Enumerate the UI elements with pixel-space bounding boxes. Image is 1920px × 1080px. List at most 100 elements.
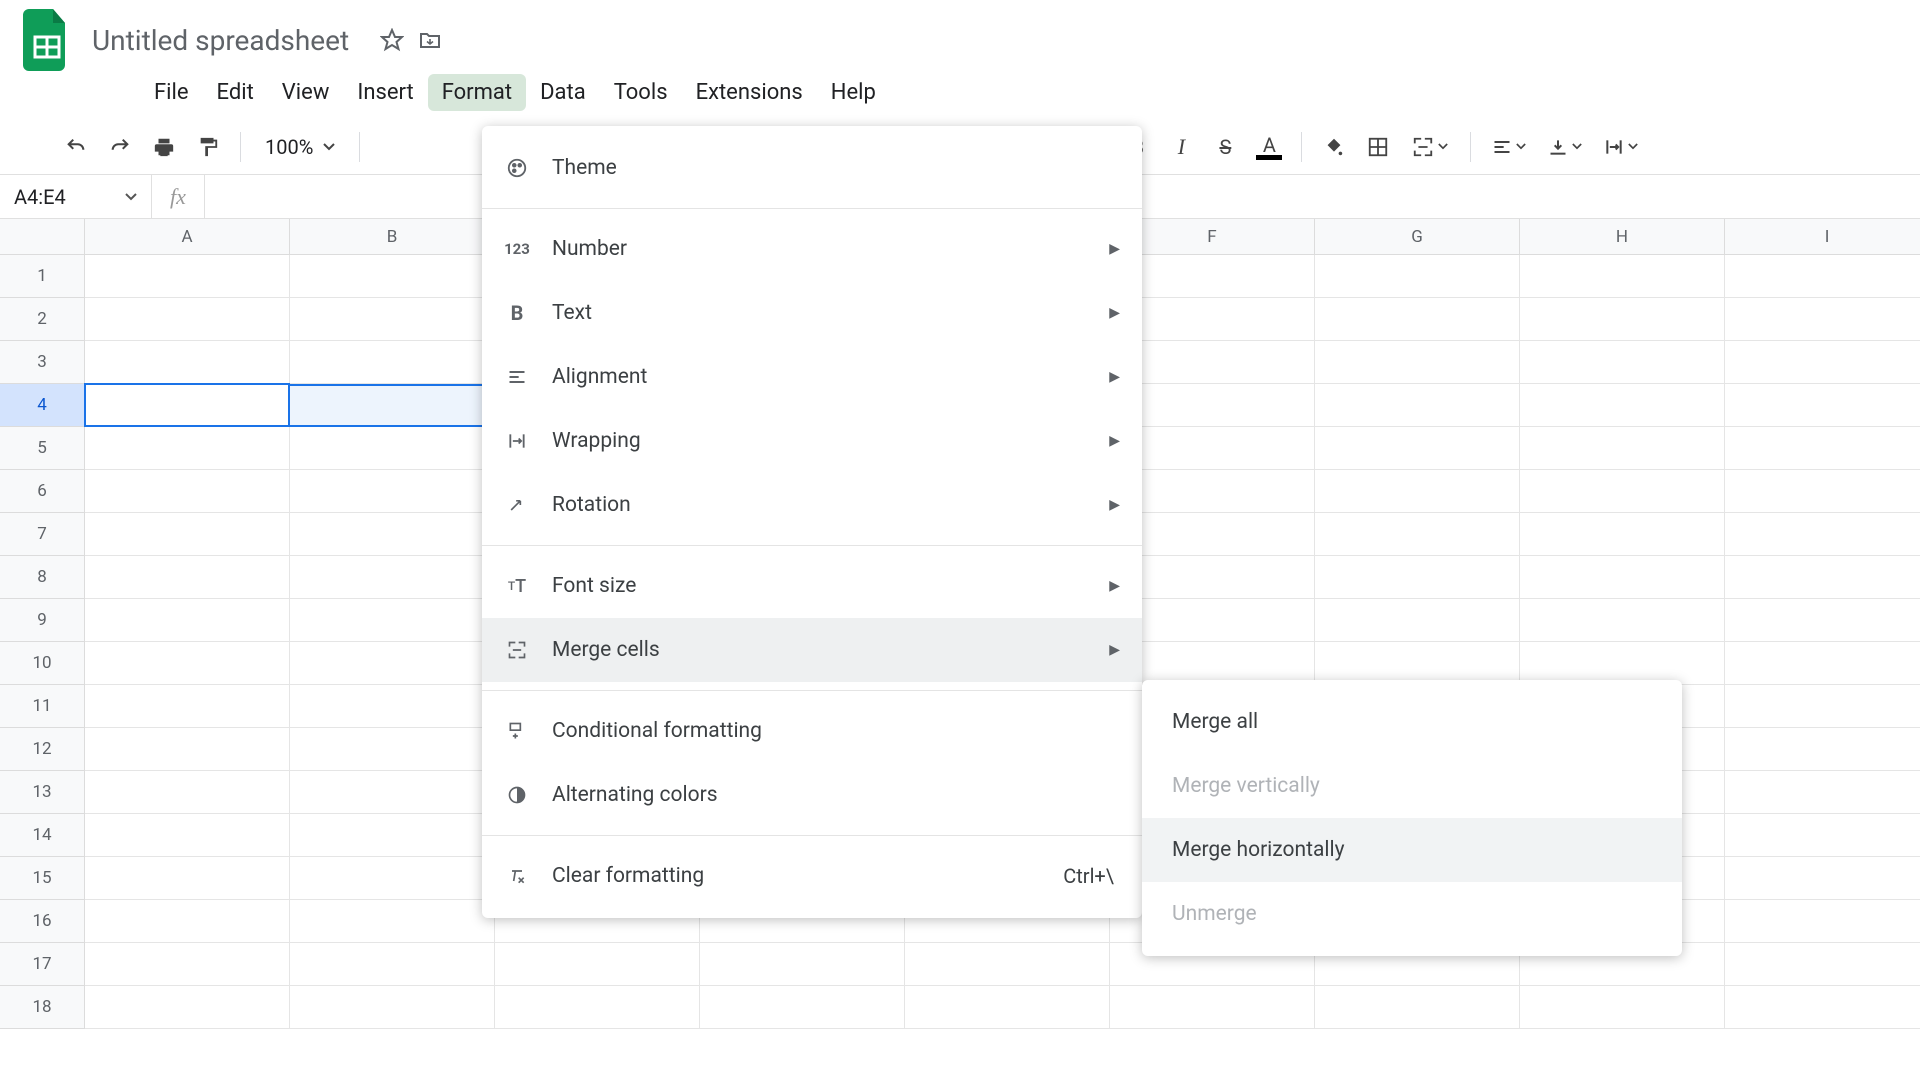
merge-vertically[interactable]: Merge vertically (1142, 754, 1682, 818)
cell[interactable] (1520, 384, 1725, 427)
format-clear[interactable]: Clear formatting Ctrl+\ (482, 844, 1142, 908)
format-alternating[interactable]: Alternating colors (482, 763, 1142, 827)
format-text[interactable]: B Text ▶ (482, 281, 1142, 345)
cell[interactable] (1520, 642, 1725, 685)
cell[interactable] (1725, 556, 1920, 599)
format-conditional[interactable]: Conditional formatting (482, 699, 1142, 763)
menu-format[interactable]: Format (428, 74, 526, 111)
merge-cells-button[interactable] (1402, 127, 1458, 167)
cell[interactable] (290, 900, 495, 943)
strikethrough-button[interactable]: S (1205, 127, 1245, 167)
cell[interactable] (1725, 513, 1920, 556)
cell[interactable] (1725, 642, 1920, 685)
cell[interactable] (700, 986, 905, 1029)
cell[interactable] (1725, 728, 1920, 771)
merge-horizontally[interactable]: Merge horizontally (1142, 818, 1682, 882)
cell[interactable] (1725, 599, 1920, 642)
cell[interactable] (1315, 599, 1520, 642)
cell[interactable] (85, 685, 290, 728)
cell[interactable] (1725, 255, 1920, 298)
italic-button[interactable]: I (1161, 127, 1201, 167)
cell[interactable] (1520, 599, 1725, 642)
cell[interactable] (1315, 986, 1520, 1029)
row-header[interactable]: 15 (0, 857, 85, 900)
unmerge[interactable]: Unmerge (1142, 882, 1682, 946)
menu-edit[interactable]: Edit (203, 74, 268, 111)
star-icon[interactable] (379, 27, 405, 53)
cell[interactable] (290, 728, 495, 771)
cell[interactable] (290, 642, 495, 685)
cell[interactable] (290, 599, 495, 642)
cell[interactable] (290, 857, 495, 900)
format-rotation[interactable]: Rotation ▶ (482, 473, 1142, 537)
undo-button[interactable] (56, 127, 96, 167)
cell[interactable] (290, 771, 495, 814)
cell[interactable] (1725, 470, 1920, 513)
menu-help[interactable]: Help (817, 74, 890, 111)
cell[interactable] (85, 728, 290, 771)
row-header[interactable]: 12 (0, 728, 85, 771)
row-header[interactable]: 2 (0, 298, 85, 341)
sheets-logo[interactable] (20, 4, 74, 76)
column-header[interactable]: I (1725, 219, 1920, 255)
cell[interactable] (1520, 255, 1725, 298)
menu-insert[interactable]: Insert (343, 74, 427, 111)
cell[interactable] (85, 857, 290, 900)
cell[interactable] (905, 943, 1110, 986)
cell[interactable] (1725, 298, 1920, 341)
cell[interactable] (1315, 298, 1520, 341)
cell[interactable] (1725, 857, 1920, 900)
column-header[interactable]: B (290, 219, 495, 255)
row-header[interactable]: 4 (0, 384, 85, 427)
borders-button[interactable] (1358, 127, 1398, 167)
cell[interactable] (85, 427, 290, 470)
cell[interactable] (1315, 341, 1520, 384)
format-font-size[interactable]: TT Font size ▶ (482, 554, 1142, 618)
merge-all[interactable]: Merge all (1142, 690, 1682, 754)
cell[interactable] (290, 470, 495, 513)
cell[interactable] (495, 986, 700, 1029)
cell[interactable] (1315, 427, 1520, 470)
cell[interactable] (1520, 427, 1725, 470)
cell[interactable] (1725, 943, 1920, 986)
cell[interactable] (290, 513, 495, 556)
cell[interactable] (1315, 642, 1520, 685)
text-wrap-button[interactable] (1595, 127, 1647, 167)
menu-view[interactable]: View (268, 74, 344, 111)
select-all-corner[interactable] (0, 219, 85, 255)
redo-button[interactable] (100, 127, 140, 167)
zoom-dropdown[interactable]: 100% (253, 135, 347, 159)
cell[interactable] (85, 513, 290, 556)
cell[interactable] (1725, 814, 1920, 857)
text-color-button[interactable]: A (1249, 127, 1289, 167)
cell[interactable] (1520, 513, 1725, 556)
row-header[interactable]: 16 (0, 900, 85, 943)
cell[interactable] (1520, 986, 1725, 1029)
column-header[interactable]: G (1315, 219, 1520, 255)
cell[interactable] (1520, 470, 1725, 513)
vertical-align-button[interactable] (1539, 127, 1591, 167)
cell[interactable] (1110, 986, 1315, 1029)
cell[interactable] (85, 470, 290, 513)
cell[interactable] (290, 384, 495, 427)
cell[interactable] (290, 986, 495, 1029)
cell[interactable] (85, 900, 290, 943)
row-header[interactable]: 5 (0, 427, 85, 470)
cell[interactable] (1315, 556, 1520, 599)
cell[interactable] (290, 427, 495, 470)
cell[interactable] (290, 255, 495, 298)
cell[interactable] (1315, 255, 1520, 298)
cell[interactable] (85, 255, 290, 298)
cell[interactable] (1315, 513, 1520, 556)
print-button[interactable] (144, 127, 184, 167)
cell[interactable] (1520, 556, 1725, 599)
cell[interactable] (1315, 384, 1520, 427)
format-merge-cells[interactable]: Merge cells ▶ (482, 618, 1142, 682)
format-wrapping[interactable]: Wrapping ▶ (482, 409, 1142, 473)
cell[interactable] (290, 685, 495, 728)
cell[interactable] (85, 341, 290, 384)
cell[interactable] (1725, 384, 1920, 427)
row-header[interactable]: 3 (0, 341, 85, 384)
row-header[interactable]: 7 (0, 513, 85, 556)
name-box[interactable]: A4:E4 (0, 175, 152, 218)
